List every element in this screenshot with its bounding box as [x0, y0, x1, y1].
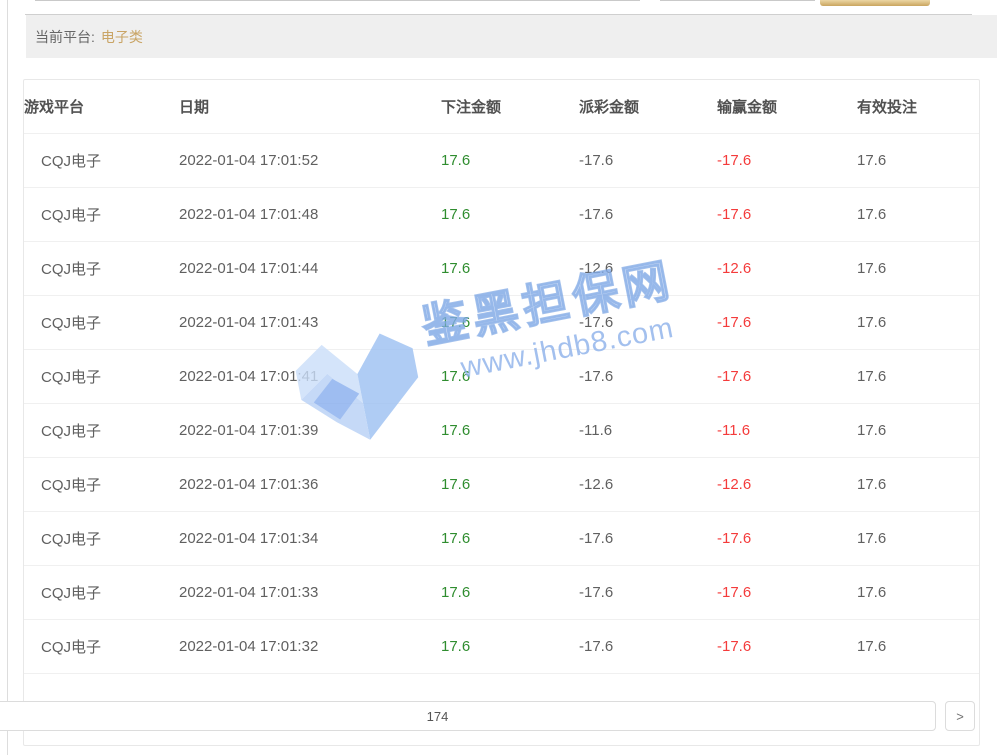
cell-winloss-amount: -17.6 [717, 296, 857, 350]
cell-payout-amount: -17.6 [579, 566, 717, 620]
cell-payout-amount: -12.6 [579, 242, 717, 296]
cell-payout-amount: -11.6 [579, 404, 717, 458]
table-row: CQJ电子 2022-01-04 17:01:43 17.6 -17.6 -17… [24, 296, 979, 350]
cell-winloss-amount: -11.6 [717, 404, 857, 458]
cell-bet-amount: 17.6 [441, 134, 579, 188]
cell-date: 2022-01-04 17:01:52 [179, 134, 441, 188]
cell-platform: CQJ电子 [24, 458, 179, 512]
table-row: CQJ电子 2022-01-04 17:01:48 17.6 -17.6 -17… [24, 188, 979, 242]
column-header: 下注金额 [441, 80, 579, 134]
cell-winloss-amount: -12.6 [717, 458, 857, 512]
cell-date: 2022-01-04 17:01:48 [179, 188, 441, 242]
column-header: 游戏平台 [24, 80, 179, 134]
records-table-card: 游戏平台日期下注金额派彩金额输赢金额有效投注 CQJ电子 2022-01-04 … [23, 79, 980, 746]
cell-platform: CQJ电子 [24, 350, 179, 404]
cell-bet-amount: 17.6 [441, 458, 579, 512]
cell-valid-bet: 17.6 [857, 134, 979, 188]
cell-platform: CQJ电子 [24, 296, 179, 350]
column-header: 日期 [179, 80, 441, 134]
pagination-last-page-button[interactable]: 174 [0, 701, 936, 731]
page: 当前平台: 电子类 游戏平台日期下注金额派彩金额输赢金额有效投注 CQJ电子 2… [0, 0, 997, 755]
cell-winloss-amount: -17.6 [717, 188, 857, 242]
cell-platform: CQJ电子 [24, 512, 179, 566]
table-row: CQJ电子 2022-01-04 17:01:52 17.6 -17.6 -17… [24, 134, 979, 188]
table-row: CQJ电子 2022-01-04 17:01:32 17.6 -17.6 -17… [24, 620, 979, 674]
cell-date: 2022-01-04 17:01:33 [179, 566, 441, 620]
column-header: 派彩金额 [579, 80, 717, 134]
column-header: 输赢金额 [717, 80, 857, 134]
cell-bet-amount: 17.6 [441, 350, 579, 404]
cell-bet-amount: 17.6 [441, 620, 579, 674]
cell-valid-bet: 17.6 [857, 458, 979, 512]
cell-winloss-amount: -17.6 [717, 620, 857, 674]
cell-date: 2022-01-04 17:01:43 [179, 296, 441, 350]
records-table: 游戏平台日期下注金额派彩金额输赢金额有效投注 CQJ电子 2022-01-04 … [24, 80, 979, 674]
cell-valid-bet: 17.6 [857, 620, 979, 674]
cell-bet-amount: 17.6 [441, 296, 579, 350]
cell-payout-amount: -17.6 [579, 350, 717, 404]
current-platform-value[interactable]: 电子类 [101, 27, 143, 47]
cell-valid-bet: 17.6 [857, 404, 979, 458]
cell-date: 2022-01-04 17:01:36 [179, 458, 441, 512]
cell-platform: CQJ电子 [24, 566, 179, 620]
pagination: < 12345 ••• 174 > [0, 674, 979, 745]
cell-valid-bet: 17.6 [857, 296, 979, 350]
cell-date: 2022-01-04 17:01:34 [179, 512, 441, 566]
cell-valid-bet: 17.6 [857, 188, 979, 242]
cell-winloss-amount: -17.6 [717, 566, 857, 620]
table-row: CQJ电子 2022-01-04 17:01:41 17.6 -17.6 -17… [24, 350, 979, 404]
current-platform-bar: 当前平台: 电子类 [26, 15, 997, 58]
cell-winloss-amount: -17.6 [717, 134, 857, 188]
cell-date: 2022-01-04 17:01:32 [179, 620, 441, 674]
cell-bet-amount: 17.6 [441, 566, 579, 620]
cell-bet-amount: 17.6 [441, 242, 579, 296]
cell-bet-amount: 17.6 [441, 404, 579, 458]
current-platform-label: 当前平台: [35, 27, 95, 47]
cell-date: 2022-01-04 17:01:41 [179, 350, 441, 404]
cell-payout-amount: -17.6 [579, 296, 717, 350]
cell-platform: CQJ电子 [24, 242, 179, 296]
filter-input-field-2[interactable] [660, 0, 815, 1]
cell-platform: CQJ电子 [24, 620, 179, 674]
cell-payout-amount: -12.6 [579, 458, 717, 512]
cell-payout-amount: -17.6 [579, 134, 717, 188]
table-row: CQJ电子 2022-01-04 17:01:36 17.6 -12.6 -12… [24, 458, 979, 512]
cell-platform: CQJ电子 [24, 188, 179, 242]
cell-payout-amount: -17.6 [579, 620, 717, 674]
left-panel-divider [7, 0, 8, 755]
cell-valid-bet: 17.6 [857, 242, 979, 296]
pagination-next-button[interactable]: > [945, 701, 975, 731]
cell-platform: CQJ电子 [24, 134, 179, 188]
table-row: CQJ电子 2022-01-04 17:01:44 17.6 -12.6 -12… [24, 242, 979, 296]
table-row: CQJ电子 2022-01-04 17:01:33 17.6 -17.6 -17… [24, 566, 979, 620]
cell-payout-amount: -17.6 [579, 512, 717, 566]
cell-platform: CQJ电子 [24, 404, 179, 458]
cell-date: 2022-01-04 17:01:44 [179, 242, 441, 296]
cell-date: 2022-01-04 17:01:39 [179, 404, 441, 458]
cell-payout-amount: -17.6 [579, 188, 717, 242]
filter-search-button[interactable] [820, 0, 930, 6]
filter-input-field[interactable] [35, 0, 640, 1]
cell-winloss-amount: -12.6 [717, 242, 857, 296]
column-header: 有效投注 [857, 80, 979, 134]
table-header-row: 游戏平台日期下注金额派彩金额输赢金额有效投注 [24, 80, 979, 134]
cell-bet-amount: 17.6 [441, 188, 579, 242]
cell-bet-amount: 17.6 [441, 512, 579, 566]
cell-winloss-amount: -17.6 [717, 512, 857, 566]
cell-winloss-amount: -17.6 [717, 350, 857, 404]
table-row: CQJ电子 2022-01-04 17:01:39 17.6 -11.6 -11… [24, 404, 979, 458]
cell-valid-bet: 17.6 [857, 512, 979, 566]
cell-valid-bet: 17.6 [857, 350, 979, 404]
cell-valid-bet: 17.6 [857, 566, 979, 620]
table-row: CQJ电子 2022-01-04 17:01:34 17.6 -17.6 -17… [24, 512, 979, 566]
